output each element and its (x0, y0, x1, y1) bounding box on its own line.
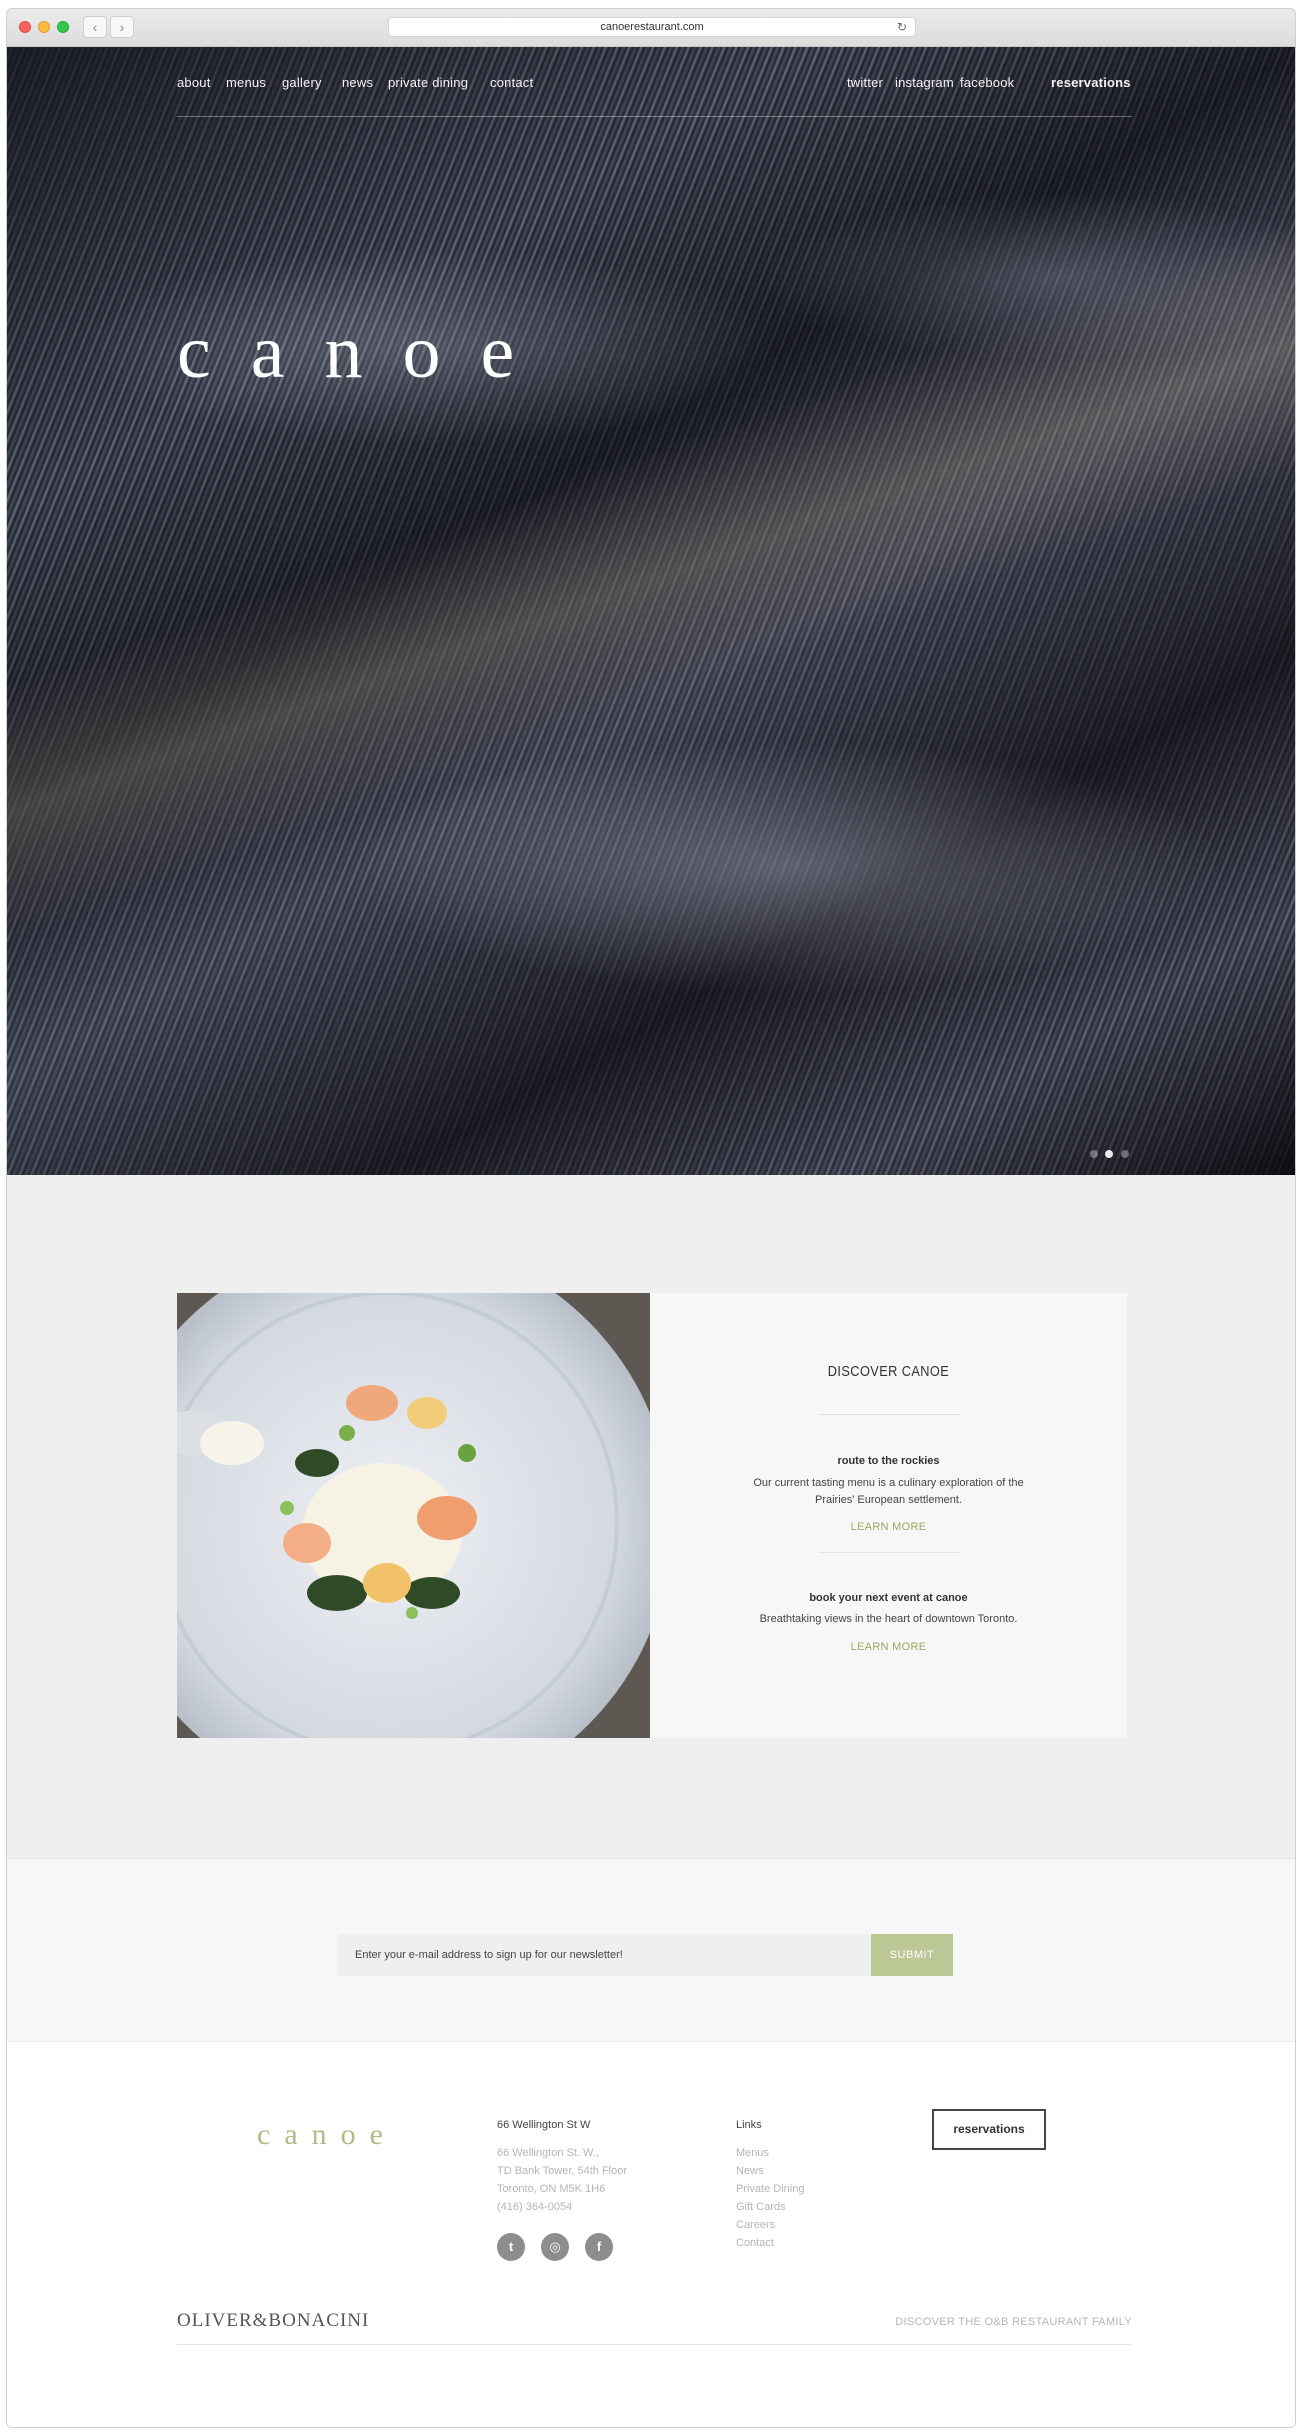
reservations-link[interactable]: reservations (1051, 75, 1131, 90)
footer-divider (177, 2344, 1132, 2345)
maximize-window-button[interactable] (57, 21, 69, 33)
newsletter-email-input[interactable]: Enter your e-mail address to sign up for… (338, 1934, 871, 1976)
feature-title: route to the rockies (837, 1455, 940, 1467)
feature-description: Breathtaking views in the heart of downt… (759, 1613, 1018, 1625)
twitter-icon[interactable]: t (497, 2233, 525, 2261)
oliver-bonacini-logo[interactable]: OLIVER&BONACINI (177, 2310, 369, 2332)
divider (818, 1414, 960, 1415)
slider-pagination (1090, 1145, 1132, 1163)
slider-dot-1[interactable] (1090, 1150, 1098, 1158)
nav-link-private-dining[interactable]: private dining (388, 75, 468, 90)
slider-dot-3[interactable] (1120, 1150, 1129, 1158)
chevron-right-icon: › (119, 19, 125, 35)
reload-icon[interactable]: ↻ (895, 20, 909, 34)
footer-logo[interactable]: canoe (257, 2118, 397, 2152)
footer-link-careers[interactable]: Careers (736, 2216, 775, 2234)
back-button[interactable]: ‹ (83, 16, 107, 38)
learn-more-link[interactable]: LEARN MORE (650, 1641, 1127, 1653)
address-bar[interactable]: canoerestaurant.com ↻ (388, 17, 916, 37)
nav-link-gallery[interactable]: gallery (282, 75, 322, 90)
address-line: Toronto, ON M5K 1H6 (497, 2183, 606, 2195)
nav-link-contact[interactable]: contact (490, 75, 533, 90)
hero-logo: canoe (177, 310, 555, 394)
newsletter-submit-button[interactable]: SUBMIT (871, 1934, 953, 1976)
url-text: canoerestaurant.com (600, 21, 704, 33)
feature-title: book your next event at canoe (809, 1592, 968, 1604)
forward-button[interactable]: › (110, 16, 134, 38)
divider (818, 1552, 960, 1553)
social-link-facebook[interactable]: facebook (960, 75, 1014, 90)
links-title: Links (736, 2119, 762, 2131)
chevron-left-icon: ‹ (92, 19, 98, 35)
instagram-icon[interactable]: ◎ (541, 2233, 569, 2261)
social-link-twitter[interactable]: twitter (847, 75, 883, 90)
footer-link-gift-cards[interactable]: Gift Cards (736, 2198, 786, 2216)
nav-link-menus[interactable]: menus (226, 75, 266, 90)
footer-link-news[interactable]: News (736, 2162, 764, 2180)
facebook-icon[interactable]: f (585, 2233, 613, 2261)
nav-link-news[interactable]: news (342, 75, 373, 90)
newsletter-section: Enter your e-mail address to sign up for… (7, 1858, 1295, 2041)
browser-window: ‹ › canoerestaurant.com ↻ about menus ga… (6, 8, 1296, 2428)
address-line: TD Bank Tower, 54th Floor (497, 2165, 628, 2177)
featured-dish-image (177, 1293, 650, 1738)
footer-link-menus[interactable]: Menus (736, 2144, 769, 2162)
learn-more-link[interactable]: LEARN MORE (650, 1521, 1127, 1533)
nav-link-about[interactable]: about (177, 75, 211, 90)
social-link-instagram[interactable]: instagram (895, 75, 954, 90)
main-nav: about menus gallery news private dining … (177, 75, 1132, 117)
close-window-button[interactable] (19, 21, 31, 33)
site-footer: canoe 66 Wellington St W 66 Wellington S… (7, 2041, 1295, 2427)
restaurant-family-link[interactable]: DISCOVER THE O&B RESTAURANT FAMILY (882, 2316, 1132, 2328)
discover-title: DISCOVER CANOE (827, 1363, 950, 1380)
browser-toolbar: ‹ › canoerestaurant.com ↻ (7, 9, 1295, 47)
discover-section: DISCOVER CANOE route to the rockies Our … (7, 1175, 1295, 1858)
minimize-window-button[interactable] (38, 21, 50, 33)
hero-image (7, 47, 1295, 1175)
footer-reservations-button[interactable]: reservations (932, 2109, 1046, 2150)
discover-panel: DISCOVER CANOE route to the rockies Our … (650, 1293, 1127, 1738)
phone-number[interactable]: (416) 364-0054 (497, 2198, 572, 2216)
footer-link-private-dining[interactable]: Private Dining (736, 2180, 804, 2198)
slider-dot-2[interactable] (1105, 1150, 1114, 1158)
footer-link-contact[interactable]: Contact (736, 2234, 774, 2252)
feature-description: Our current tasting menu is a culinary e… (753, 1477, 1024, 1506)
address-title: 66 Wellington St W (497, 2119, 591, 2131)
address-line: 66 Wellington St. W., (497, 2147, 599, 2159)
hero-banner: about menus gallery news private dining … (7, 47, 1295, 1175)
